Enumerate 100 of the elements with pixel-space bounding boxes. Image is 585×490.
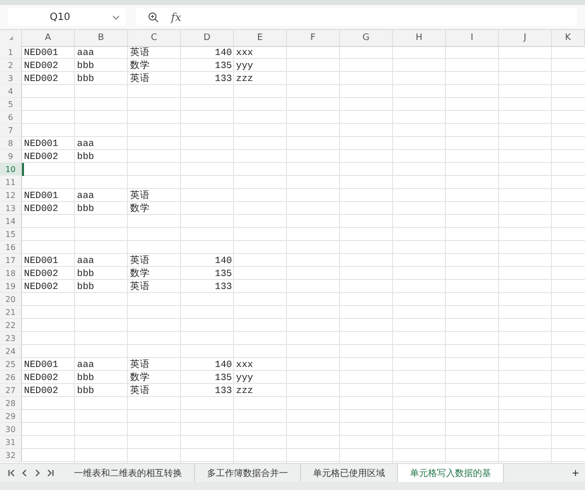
row-header[interactable]: 18 bbox=[0, 267, 22, 280]
table-cell-text: NED001 bbox=[23, 137, 60, 150]
table-cell-text: NED001 bbox=[23, 254, 60, 267]
table-cell-text: bbb bbox=[76, 371, 96, 384]
chevron-down-icon bbox=[112, 14, 120, 20]
table-cell-text: 英语 bbox=[129, 72, 151, 85]
row-header[interactable]: 23 bbox=[0, 332, 22, 345]
table-cell-text: xxx bbox=[235, 358, 254, 371]
row-header[interactable]: 28 bbox=[0, 397, 22, 410]
row-header[interactable]: 15 bbox=[0, 228, 22, 241]
table-cell-text: NED002 bbox=[23, 280, 60, 293]
row-header[interactable]: 24 bbox=[0, 345, 22, 358]
column-header[interactable]: G bbox=[340, 30, 393, 47]
row-header[interactable]: 10 bbox=[0, 163, 22, 176]
row-header[interactable]: 9 bbox=[0, 150, 22, 163]
row-header[interactable]: 25 bbox=[0, 358, 22, 371]
table-cell-text: 数学 bbox=[129, 371, 151, 384]
row-header[interactable]: 4 bbox=[0, 85, 22, 98]
table-cell-text: NED002 bbox=[23, 59, 60, 72]
table-cell-text: zzz bbox=[235, 384, 254, 397]
table-cell-text: 英语 bbox=[129, 254, 151, 267]
table-cell-text: NED002 bbox=[23, 371, 60, 384]
table-cell-text: zzz bbox=[235, 72, 254, 85]
row-header[interactable]: 29 bbox=[0, 410, 22, 423]
row-header[interactable]: 13 bbox=[0, 202, 22, 215]
column-header[interactable]: H bbox=[393, 30, 446, 47]
table-cell-text: 数学 bbox=[129, 59, 151, 72]
add-sheet-button[interactable]: + bbox=[566, 464, 585, 482]
table-cell-text: 133 bbox=[214, 280, 233, 293]
row-header[interactable]: 16 bbox=[0, 241, 22, 254]
table-cell-text: bbb bbox=[76, 280, 96, 293]
table-cell-text: NED002 bbox=[23, 267, 60, 280]
row-header[interactable]: 26 bbox=[0, 371, 22, 384]
row-header[interactable]: 21 bbox=[0, 306, 22, 319]
column-header[interactable]: E bbox=[234, 30, 287, 47]
row-header[interactable]: 32 bbox=[0, 449, 22, 462]
column-header[interactable]: C bbox=[128, 30, 181, 47]
table-cell-text: 英语 bbox=[129, 384, 151, 397]
next-sheet-icon[interactable] bbox=[34, 469, 41, 477]
row-header[interactable]: 14 bbox=[0, 215, 22, 228]
sheet-tab[interactable]: 单元格写入数据的基 bbox=[398, 464, 504, 482]
table-cell-text: xxx bbox=[235, 46, 254, 59]
column-header[interactable]: I bbox=[446, 30, 499, 47]
row-header[interactable]: 8 bbox=[0, 137, 22, 150]
row-header[interactable]: 5 bbox=[0, 98, 22, 111]
row-header[interactable]: 17 bbox=[0, 254, 22, 267]
table-cell-text: 133 bbox=[214, 72, 233, 85]
table-cell-text: aaa bbox=[76, 46, 96, 59]
row-header[interactable]: 19 bbox=[0, 280, 22, 293]
table-cell-text: yyy bbox=[235, 371, 254, 384]
table-cell-text: 135 bbox=[214, 267, 233, 280]
column-header[interactable]: A bbox=[22, 30, 75, 47]
table-cell-text: aaa bbox=[76, 358, 96, 371]
row-header[interactable]: 1 bbox=[0, 46, 22, 59]
table-cell-text: bbb bbox=[76, 202, 96, 215]
row-header[interactable]: 20 bbox=[0, 293, 22, 306]
row-header[interactable]: 11 bbox=[0, 176, 22, 189]
formula-input[interactable]: fx bbox=[136, 8, 577, 26]
table-cell-text: NED002 bbox=[23, 150, 60, 163]
row-header[interactable]: 30 bbox=[0, 423, 22, 436]
table-cell-text: 133 bbox=[214, 384, 233, 397]
table-cell-text: 135 bbox=[214, 371, 233, 384]
row-header[interactable]: 12 bbox=[0, 189, 22, 202]
table-cell-text: bbb bbox=[76, 384, 96, 397]
table-cell-text: bbb bbox=[76, 59, 96, 72]
table-cell-text: NED002 bbox=[23, 72, 60, 85]
table-cell-text: NED002 bbox=[23, 202, 60, 215]
first-sheet-icon[interactable] bbox=[8, 469, 15, 477]
function-button[interactable]: fx bbox=[171, 10, 182, 24]
column-header[interactable]: D bbox=[181, 30, 234, 47]
table-cell-text: 英语 bbox=[129, 280, 151, 293]
table-cell-text: bbb bbox=[76, 72, 96, 85]
row-header[interactable]: 2 bbox=[0, 59, 22, 72]
table-cell-text: 140 bbox=[214, 46, 233, 59]
table-cell-text: bbb bbox=[76, 267, 96, 280]
table-cell-text: NED001 bbox=[23, 358, 60, 371]
table-cell-text: 140 bbox=[214, 254, 233, 267]
last-sheet-icon[interactable] bbox=[47, 469, 54, 477]
table-cell-text: bbb bbox=[76, 150, 96, 163]
table-cell-text: 数学 bbox=[129, 267, 151, 280]
table-cell-text: 英语 bbox=[129, 189, 151, 202]
table-cell-text: yyy bbox=[235, 59, 254, 72]
row-header[interactable]: 27 bbox=[0, 384, 22, 397]
zoom-icon[interactable] bbox=[148, 12, 159, 22]
table-cell-text: NED001 bbox=[23, 189, 60, 202]
table-cell-text: 140 bbox=[214, 358, 233, 371]
column-header[interactable]: K bbox=[552, 30, 585, 47]
row-header[interactable]: 31 bbox=[0, 436, 22, 449]
table-cell-text: NED001 bbox=[23, 46, 60, 59]
column-header[interactable]: B bbox=[75, 30, 128, 47]
table-cell-text: NED002 bbox=[23, 384, 60, 397]
previous-sheet-icon[interactable] bbox=[21, 469, 28, 477]
table-cell-text: aaa bbox=[76, 137, 96, 150]
row-header[interactable]: 6 bbox=[0, 111, 22, 124]
column-header[interactable]: J bbox=[499, 30, 552, 47]
name-box[interactable]: Q10 bbox=[8, 8, 126, 26]
row-header[interactable]: 22 bbox=[0, 319, 22, 332]
column-header[interactable]: F bbox=[287, 30, 340, 47]
row-header[interactable]: 3 bbox=[0, 72, 22, 85]
row-header[interactable]: 7 bbox=[0, 124, 22, 137]
